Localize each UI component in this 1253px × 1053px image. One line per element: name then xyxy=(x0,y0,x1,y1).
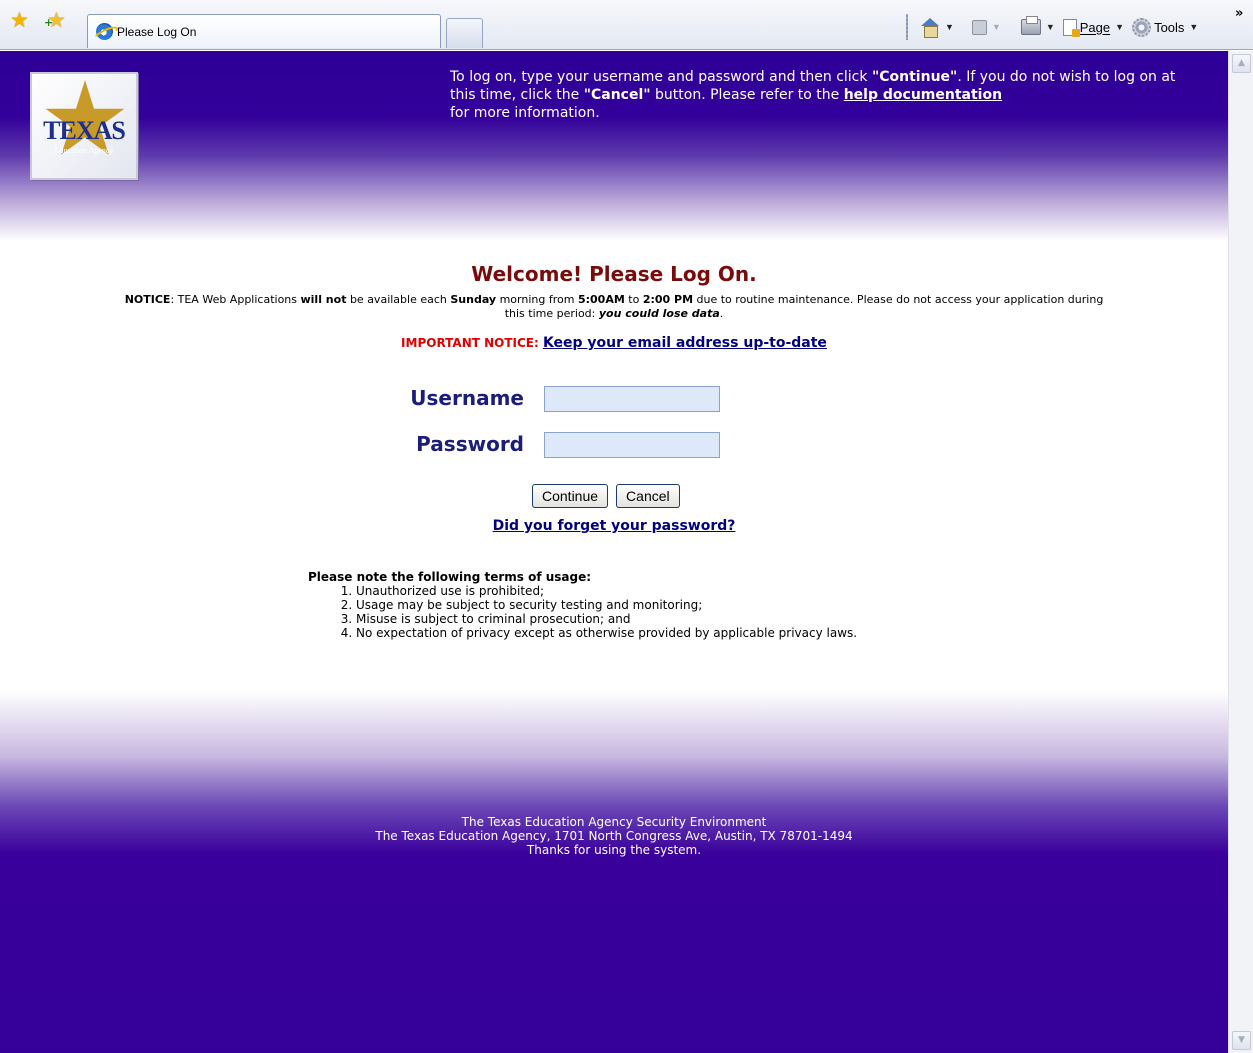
password-input[interactable] xyxy=(544,432,720,458)
page-title: Welcome! Please Log On. xyxy=(471,262,757,286)
page-menu-label: Page xyxy=(1079,19,1111,35)
username-label: Username xyxy=(410,386,524,410)
footer-banner xyxy=(0,691,1228,1053)
page-content: TEXAS Education Agency To log on, type y… xyxy=(0,51,1228,1053)
username-row: Username xyxy=(0,385,1228,412)
notice-text-2: be available each xyxy=(346,293,451,306)
username-input[interactable] xyxy=(544,386,720,412)
notice-text-3: morning from xyxy=(496,293,578,306)
password-label: Password xyxy=(416,432,524,456)
forgot-password: Did you forget your password? xyxy=(0,515,1228,534)
notice-sunday: Sunday xyxy=(450,293,497,306)
toolbar-separator xyxy=(906,14,908,40)
terms-heading: Please note the following terms of usage… xyxy=(308,570,592,584)
home-button[interactable]: ▼ xyxy=(916,18,958,38)
password-row: Password xyxy=(0,431,1228,458)
intro-text-4: for more information. xyxy=(450,105,600,121)
maintenance-notice: NOTICE: TEA Web Applications will not be… xyxy=(124,293,1104,321)
home-icon xyxy=(920,18,940,38)
chevron-down-icon[interactable]: ▼ xyxy=(945,22,954,32)
intro-text: To log on, type your username and passwo… xyxy=(450,68,1190,122)
notice-start-time: 5:00AM xyxy=(577,293,625,306)
vertical-scrollbar[interactable]: ▲ ▼ xyxy=(1228,51,1253,1053)
tools-menu-button[interactable]: Tools ▼ xyxy=(1128,17,1202,37)
print-button[interactable]: ▼ xyxy=(1017,16,1059,35)
intro-cancel-word: "Cancel" xyxy=(583,87,651,103)
list-item: Misuse is subject to criminal prosecutio… xyxy=(356,612,1008,626)
forgot-password-link[interactable]: Did you forget your password? xyxy=(493,518,736,534)
form-buttons: Continue Cancel xyxy=(532,484,680,509)
email-update-link[interactable]: Keep your email address up-to-date xyxy=(543,335,827,351)
chevron-overflow-icon[interactable]: » xyxy=(1235,6,1244,21)
print-icon xyxy=(1020,16,1041,35)
feeds-button[interactable]: ▼ xyxy=(968,19,1005,35)
ie-page-icon xyxy=(96,23,113,40)
logo-text: TEXAS xyxy=(43,116,126,145)
terms-list: Unauthorized use is prohibited; Usage ma… xyxy=(356,584,1008,640)
feeds-icon xyxy=(971,19,987,35)
important-notice: IMPORTANT NOTICE: Keep your email addres… xyxy=(0,335,1228,352)
notice-will-not: will not xyxy=(300,293,347,306)
notice-label: NOTICE xyxy=(124,293,171,306)
tools-gear-icon xyxy=(1132,17,1152,37)
intro-text-3: button. Please refer to the xyxy=(650,87,844,103)
notice-lose-data: you could lose data xyxy=(598,307,720,320)
intro-continue-word: "Continue" xyxy=(871,69,958,85)
notice-text-1: : TEA Web Applications xyxy=(170,293,301,306)
chevron-down-icon[interactable]: ▼ xyxy=(992,22,1001,32)
tea-logo: TEXAS Education Agency xyxy=(30,72,138,180)
footer-line-1: The Texas Education Agency Security Envi… xyxy=(461,815,767,829)
logo-subtext: Education Agency xyxy=(54,146,114,155)
important-notice-label: IMPORTANT NOTICE: xyxy=(401,336,539,350)
favorites-star-icon[interactable]: ★ xyxy=(10,10,29,31)
help-documentation-link[interactable]: help documentation xyxy=(844,87,1002,103)
intro-text-1: To log on, type your username and passwo… xyxy=(450,69,872,85)
chevron-down-icon[interactable]: ▼ xyxy=(1115,22,1124,32)
browser-toolbar: ★ ★+ Please Log On ▼ ▼ ▼ Page ▼ Tools ▼ xyxy=(0,0,1253,50)
tools-menu-label: Tools xyxy=(1154,19,1185,35)
tab-title: Please Log On xyxy=(117,24,197,39)
list-item: No expectation of privacy except as othe… xyxy=(356,626,1008,640)
notice-text-6: . xyxy=(719,307,724,320)
chevron-down-icon[interactable]: ▼ xyxy=(1189,22,1198,32)
notice-text-4: to xyxy=(624,293,643,306)
chevron-down-icon[interactable]: ▼ xyxy=(1046,22,1055,32)
page-viewport: TEXAS Education Agency To log on, type y… xyxy=(0,51,1253,1053)
scroll-down-icon[interactable]: ▼ xyxy=(1232,1031,1251,1050)
main-section: Welcome! Please Log On. NOTICE: TEA Web … xyxy=(0,261,1228,352)
page-menu-button[interactable]: Page ▼ xyxy=(1059,18,1128,37)
list-item: Usage may be subject to security testing… xyxy=(356,598,1008,612)
page-icon xyxy=(1062,18,1080,37)
footer-line-2: The Texas Education Agency, 1701 North C… xyxy=(375,829,853,843)
footer-text: The Texas Education Agency Security Envi… xyxy=(0,815,1228,857)
terms-of-usage: Please note the following terms of usage… xyxy=(308,570,1008,640)
browser-tab-active[interactable]: Please Log On xyxy=(87,14,441,48)
continue-button[interactable]: Continue xyxy=(532,484,609,508)
header-banner: TEXAS Education Agency To log on, type y… xyxy=(0,51,1228,241)
new-tab-button[interactable] xyxy=(446,18,483,48)
command-bar: ▼ ▼ ▼ Page ▼ Tools ▼ xyxy=(916,14,1202,40)
scroll-up-icon[interactable]: ▲ xyxy=(1232,54,1251,73)
list-item: Unauthorized use is prohibited; xyxy=(356,584,1008,598)
cancel-button[interactable]: Cancel xyxy=(616,484,680,508)
footer-line-3: Thanks for using the system. xyxy=(526,843,702,857)
add-favorites-icon[interactable]: ★ + xyxy=(44,10,66,31)
notice-end-time: 2:00 PM xyxy=(642,293,694,306)
